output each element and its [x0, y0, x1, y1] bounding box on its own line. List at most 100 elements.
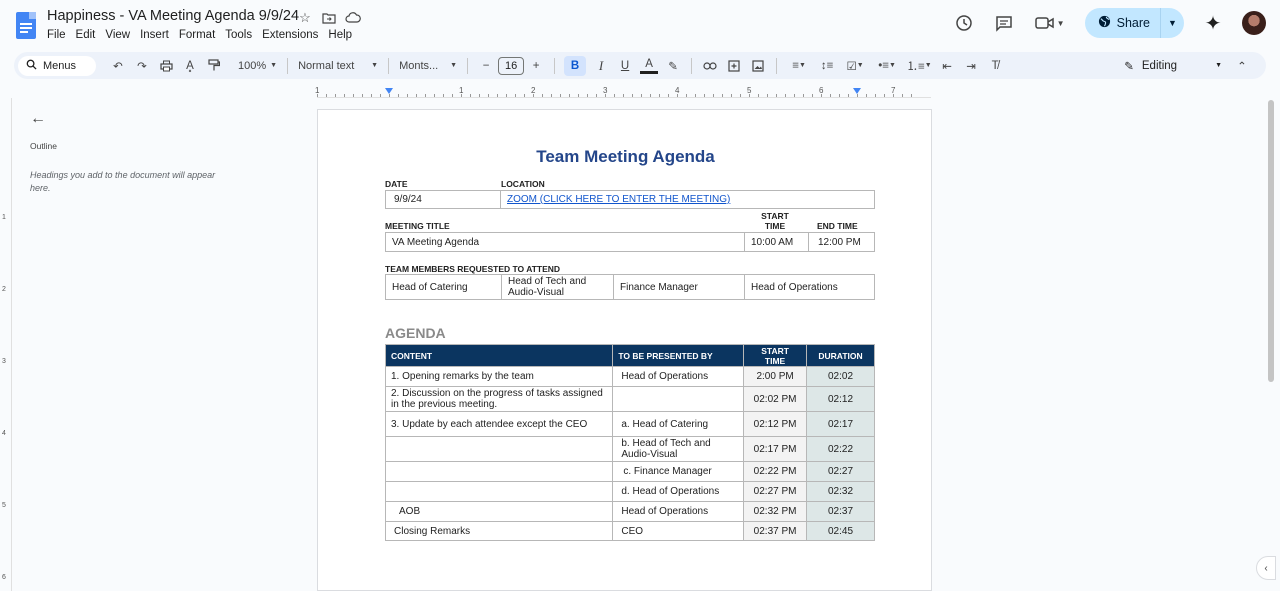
agenda-duration-cell[interactable]: 02:02: [806, 366, 875, 387]
document-title[interactable]: Happiness - VA Meeting Agenda 9/9/24: [47, 8, 299, 24]
menu-help[interactable]: Help: [328, 29, 352, 41]
team-member-cell[interactable]: Head of Catering: [385, 274, 502, 300]
team-member-cell[interactable]: Head of Tech and Audio-Visual: [501, 274, 614, 300]
menu-file[interactable]: File: [47, 29, 66, 41]
share-dropdown-icon[interactable]: ▼: [1160, 8, 1184, 38]
avatar[interactable]: [1242, 11, 1266, 35]
horizontal-ruler[interactable]: 1 1 2 3 4 5 6 7: [315, 86, 931, 98]
gemini-sparkle-icon[interactable]: ✦: [1202, 12, 1224, 35]
checklist-icon[interactable]: ☑ ▼: [842, 56, 868, 76]
agenda-start-cell[interactable]: 02:22 PM: [743, 461, 808, 482]
agenda-start-cell[interactable]: 02:02 PM: [743, 386, 808, 412]
agenda-start-cell[interactable]: 02:32 PM: [743, 501, 808, 522]
paint-format-icon[interactable]: [205, 56, 223, 76]
meeting-title-value: VA Meeting Agenda: [392, 236, 480, 248]
back-arrow-icon[interactable]: ←: [30, 110, 46, 128]
docs-logo-icon[interactable]: [16, 12, 36, 39]
share-button[interactable]: Share ▼: [1084, 8, 1184, 38]
increase-indent-icon[interactable]: ⇥: [962, 56, 980, 76]
agenda-content-cell[interactable]: [384, 436, 614, 462]
agenda-content-cell[interactable]: 2. Discussion on the progress of tasks a…: [384, 386, 614, 412]
agenda-start-cell[interactable]: 2:00 PM: [743, 366, 808, 387]
agenda-presenter-cell[interactable]: a. Head of Catering: [612, 411, 745, 437]
agenda-start-cell[interactable]: 02:27 PM: [743, 481, 808, 502]
meeting-title-field[interactable]: VA Meeting Agenda: [385, 232, 745, 252]
redo-icon[interactable]: ↷: [133, 56, 151, 76]
spellcheck-icon[interactable]: A͓: [181, 56, 199, 76]
add-comment-icon[interactable]: [725, 56, 743, 76]
move-folder-icon[interactable]: [321, 10, 337, 26]
agenda-presenter-cell[interactable]: c. Finance Manager: [612, 461, 745, 482]
clear-formatting-icon[interactable]: T̸: [986, 56, 1004, 76]
agenda-duration-cell[interactable]: 02:32: [806, 481, 875, 502]
search-menus-input[interactable]: Menus: [18, 55, 96, 76]
start-time-field[interactable]: 10:00 AM: [744, 232, 809, 252]
agenda-presenter-cell[interactable]: [612, 386, 745, 412]
font-size-input[interactable]: 16: [498, 56, 525, 75]
paragraph-style-dropdown[interactable]: Normal text ▼: [294, 60, 382, 72]
end-time-field[interactable]: 12:00 PM: [808, 232, 875, 252]
agenda-duration-cell[interactable]: 02:12: [806, 386, 875, 412]
font-dropdown[interactable]: Monts... ▼: [395, 60, 461, 72]
menu-insert[interactable]: Insert: [140, 29, 169, 41]
menu-view[interactable]: View: [105, 29, 130, 41]
insert-image-icon[interactable]: [749, 56, 767, 76]
agenda-presenter-cell[interactable]: CEO: [612, 521, 745, 541]
decrease-font-size-icon[interactable]: −: [477, 56, 495, 76]
print-icon[interactable]: [157, 56, 175, 76]
comments-icon[interactable]: [993, 12, 1015, 34]
agenda-content-cell[interactable]: Closing Remarks: [384, 521, 614, 541]
agenda-presenter-cell[interactable]: d. Head of Operations: [612, 481, 745, 502]
agenda-content-cell[interactable]: [384, 461, 614, 482]
agenda-duration-cell[interactable]: 02:45: [806, 521, 875, 541]
menu-extensions[interactable]: Extensions: [262, 29, 318, 41]
cloud-saved-icon[interactable]: [345, 10, 361, 26]
agenda-content-cell[interactable]: [384, 481, 614, 502]
agenda-presenter-cell[interactable]: Head of Operations: [612, 366, 745, 387]
side-panel-toggle-icon[interactable]: ‹: [1256, 556, 1276, 580]
date-field[interactable]: 9/9/24: [385, 190, 501, 209]
version-history-icon[interactable]: [953, 12, 975, 34]
meet-video-icon[interactable]: ▼: [1033, 12, 1067, 34]
agenda-presenter-cell[interactable]: Head of Operations: [612, 501, 745, 522]
zoom-meeting-link[interactable]: ZOOM (CLICK HERE TO ENTER THE MEETING): [507, 194, 730, 205]
insert-link-icon[interactable]: [701, 56, 719, 76]
team-member-cell[interactable]: Finance Manager: [613, 274, 745, 300]
numbered-list-icon[interactable]: ⒈≡ ▼: [906, 56, 932, 76]
text-color-icon[interactable]: A: [640, 58, 659, 74]
location-field[interactable]: ZOOM (CLICK HERE TO ENTER THE MEETING): [500, 190, 875, 209]
highlight-color-icon[interactable]: ✎: [664, 56, 682, 76]
increase-font-size-icon[interactable]: +: [527, 56, 545, 76]
team-member-cell[interactable]: Head of Operations: [744, 274, 875, 300]
agenda-duration-cell[interactable]: 02:22: [806, 436, 875, 462]
agenda-start-cell[interactable]: 02:17 PM: [743, 436, 808, 462]
agenda-duration-cell[interactable]: 02:37: [806, 501, 875, 522]
menu-tools[interactable]: Tools: [225, 29, 252, 41]
vertical-scrollbar[interactable]: [1268, 100, 1274, 382]
document-page[interactable]: Team Meeting Agenda DATE LOCATION 9/9/24…: [317, 109, 932, 591]
decrease-indent-icon[interactable]: ⇤: [938, 56, 956, 76]
star-icon[interactable]: ☆: [297, 10, 313, 26]
agenda-start-cell[interactable]: 02:37 PM: [743, 521, 808, 541]
zoom-dropdown[interactable]: 100% ▼: [234, 60, 281, 72]
bold-icon[interactable]: B: [564, 55, 587, 76]
agenda-duration-cell[interactable]: 02:17: [806, 411, 875, 437]
agenda-content-cell[interactable]: 3. Update by each attendee except the CE…: [384, 411, 614, 437]
share-main-button[interactable]: Share: [1085, 8, 1160, 38]
vertical-ruler[interactable]: 1 2 3 4 5 6: [0, 98, 12, 591]
agenda-content-cell[interactable]: AOB: [384, 501, 614, 522]
align-icon[interactable]: ≡ ▼: [786, 56, 812, 76]
agenda-duration-cell[interactable]: 02:27: [806, 461, 875, 482]
agenda-content-cell[interactable]: 1. Opening remarks by the team: [384, 366, 614, 387]
italic-icon[interactable]: I: [592, 56, 610, 76]
agenda-presenter-cell[interactable]: b. Head of Tech and Audio-Visual: [612, 436, 745, 462]
undo-icon[interactable]: ↶: [109, 56, 127, 76]
underline-icon[interactable]: U: [616, 56, 634, 76]
agenda-start-cell[interactable]: 02:12 PM: [743, 411, 808, 437]
bulleted-list-icon[interactable]: •≡ ▼: [874, 56, 900, 76]
menu-format[interactable]: Format: [179, 29, 215, 41]
menu-edit[interactable]: Edit: [76, 29, 96, 41]
line-spacing-icon[interactable]: ↕≡: [818, 56, 836, 76]
editing-mode-dropdown[interactable]: ✎ Editing ▼: [1124, 59, 1222, 73]
hide-menus-icon[interactable]: ⌃: [1233, 56, 1251, 76]
